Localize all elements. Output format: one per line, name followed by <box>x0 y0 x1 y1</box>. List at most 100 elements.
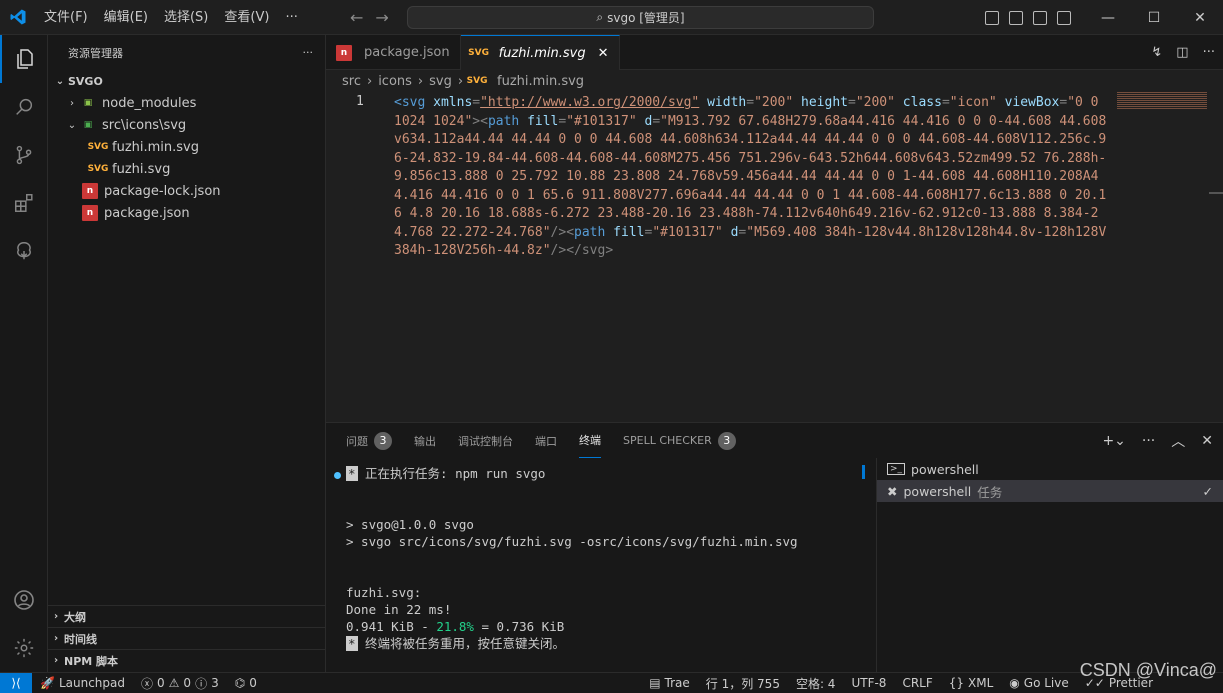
status-bar: ⟩⟨ 🚀 Launchpad ⓧ 0 ⚠ 0 ⓘ 3 ⌬ 0 ▤ Trae 行 1，列… <box>0 672 1223 693</box>
tab-fuzhi-min-svg[interactable]: SVG fuzhi.min.svg ✕ <box>460 35 620 70</box>
terminal-item-powershell-task[interactable]: ✖ powershell 任务 ✓ <box>877 480 1223 502</box>
tab-label: fuzhi.min.svg <box>498 45 586 61</box>
code-token: path <box>487 113 520 129</box>
timeline-section[interactable]: › 时间线 <box>48 627 326 649</box>
warning-icon: ⚠ <box>168 676 180 690</box>
check-icon: ✓ <box>1202 483 1213 499</box>
tree-item-label: package-lock.json <box>104 183 221 199</box>
end-of-line[interactable]: CRLF <box>894 676 940 690</box>
forward-arrow-icon[interactable]: → <box>375 8 388 27</box>
launchpad-item[interactable]: 🚀 Launchpad <box>32 676 133 690</box>
tree-item-fuzhi-min-svg[interactable]: SVG fuzhi.min.svg <box>48 136 325 158</box>
chevron-right-icon: › <box>366 73 373 89</box>
toggle-sidebar-icon[interactable] <box>985 10 999 25</box>
code-token: <svg <box>394 95 426 110</box>
toggle-panel-icon[interactable] <box>1009 10 1023 25</box>
tab-terminal[interactable]: 终端 <box>579 423 601 458</box>
explorer-icon[interactable] <box>0 35 48 83</box>
tree-item-fuzhi-svg[interactable]: SVG fuzhi.svg <box>48 158 325 180</box>
cursor-position[interactable]: 行 1，列 755 <box>698 675 788 692</box>
tab-spell-checker[interactable]: SPELL CHECKER 3 <box>623 423 736 458</box>
tab-label: package.json <box>364 45 450 60</box>
tree-item-src-icons-svg[interactable]: ⌄ ▣ src\icons\svg <box>48 114 325 136</box>
go-live-item[interactable]: ◉ Go Live <box>1001 676 1076 690</box>
source-control-icon[interactable] <box>0 131 48 179</box>
new-terminal-icon[interactable]: +⌄ <box>1102 433 1125 449</box>
tab-debug-console[interactable]: 调试控制台 <box>458 423 513 458</box>
tab-output[interactable]: 输出 <box>414 423 436 458</box>
terminal-output[interactable]: * 正在执行任务: npm run svgo > svgo@1.0.0 svgo… <box>346 465 866 652</box>
more-actions-icon[interactable]: ··· <box>1142 433 1155 449</box>
remote-indicator-icon[interactable]: ⟩⟨ <box>0 672 32 693</box>
problems-status[interactable]: ⓧ 0 ⚠ 0 ⓘ 3 <box>133 675 227 692</box>
breadcrumb-item[interactable]: icons <box>378 74 412 89</box>
activity-bar <box>0 35 48 672</box>
tree-item-package-lock-json[interactable]: n package-lock.json <box>48 180 325 202</box>
code-content[interactable]: <svg xmlns="http://www.w3.org/2000/svg" … <box>394 94 1110 261</box>
terminal-scrollbar[interactable] <box>862 465 865 479</box>
svg-file-icon: SVG <box>468 48 490 58</box>
terminal-item-label: powershell <box>911 461 979 477</box>
menu-file[interactable]: 文件(F) <box>36 0 96 35</box>
back-arrow-icon[interactable]: ← <box>350 8 363 27</box>
breadcrumb-item[interactable]: svg <box>429 74 452 89</box>
customize-layout-icon[interactable] <box>1057 10 1071 25</box>
chevron-right-icon: › <box>53 611 59 622</box>
code-token: "#101317" <box>566 113 637 129</box>
explorer-sidebar: 资源管理器 ··· ⌄ SVGO › ▣ node_modules ⌄ ▣ sr… <box>48 35 326 672</box>
tab-problems[interactable]: 问题 3 <box>346 423 392 458</box>
tree-item-label: fuzhi.svg <box>112 161 171 177</box>
menu-more[interactable]: ··· <box>277 0 305 35</box>
terminal-line: fuzhi.svg: <box>346 585 422 600</box>
spell-checker-count-badge: 3 <box>717 431 736 450</box>
code-token: "M913.792 67.648H279.68a44.416 44.416 0 … <box>394 113 1107 240</box>
account-icon[interactable] <box>0 576 48 624</box>
extensions-icon[interactable] <box>0 179 48 227</box>
close-panel-icon[interactable]: ✕ <box>1201 433 1213 449</box>
outline-section[interactable]: › 大纲 <box>48 605 326 627</box>
panel-actions: +⌄ ··· ︿ ✕ <box>1102 423 1213 458</box>
split-editor-icon[interactable]: ◫ <box>1176 45 1188 60</box>
tree-view-icon[interactable] <box>0 227 48 275</box>
npm-scripts-section[interactable]: › NPM 脚本 <box>48 649 326 671</box>
workspace-root-label: SVGO <box>68 74 103 88</box>
task-marker: * <box>346 466 358 481</box>
tab-package-json[interactable]: n package.json <box>326 35 461 70</box>
terminal-item-powershell[interactable]: >_ powershell <box>877 458 1223 480</box>
menu-view[interactable]: 查看(V) <box>216 0 277 35</box>
settings-gear-icon[interactable] <box>0 624 48 672</box>
tree-item-node-modules[interactable]: › ▣ node_modules <box>48 92 325 114</box>
trae-item[interactable]: ▤ Trae <box>641 676 698 690</box>
open-changes-icon[interactable]: ↯ <box>1151 45 1162 60</box>
search-view-icon[interactable] <box>0 83 48 131</box>
workspace-root[interactable]: ⌄ SVGO <box>48 70 325 92</box>
breadcrumb-item[interactable]: fuzhi.min.svg <box>497 74 584 89</box>
command-center-search[interactable]: ⌕ svgo [管理员] <box>407 6 874 29</box>
svg-file-icon: SVG <box>87 164 109 174</box>
close-tab-icon[interactable]: ✕ <box>598 46 609 61</box>
minimap[interactable] <box>1117 92 1207 110</box>
editor-actions: ↯ ◫ ··· <box>1151 35 1215 70</box>
breadcrumb-item[interactable]: src <box>342 74 361 89</box>
code-token: "200" <box>855 95 895 110</box>
tab-ports[interactable]: 端口 <box>535 423 557 458</box>
encoding[interactable]: UTF-8 <box>843 676 894 690</box>
more-actions-icon[interactable]: ··· <box>1203 45 1215 60</box>
panel-tab-label: 端口 <box>535 434 557 448</box>
sidebar-more-button[interactable]: ··· <box>303 46 314 59</box>
menu-edit[interactable]: 编辑(E) <box>96 0 156 35</box>
code-editor[interactable]: 1 <svg xmlns="http://www.w3.org/2000/svg… <box>326 92 1223 422</box>
code-token: = <box>848 95 856 110</box>
toggle-secondary-sidebar-icon[interactable] <box>1033 10 1047 25</box>
maximize-icon[interactable]: ☐ <box>1131 0 1177 35</box>
minimize-icon[interactable]: — <box>1085 0 1131 35</box>
menu-selection[interactable]: 选择(S) <box>156 0 216 35</box>
braces-icon: {} <box>948 676 965 690</box>
language-mode[interactable]: {} XML <box>941 676 1002 690</box>
maximize-panel-icon[interactable]: ︿ <box>1171 431 1185 451</box>
tree-item-package-json[interactable]: n package.json <box>48 202 325 224</box>
ports-status[interactable]: ⌬ 0 <box>227 676 265 690</box>
close-window-icon[interactable]: ✕ <box>1177 0 1223 35</box>
npm-file-icon: n <box>336 44 352 61</box>
indentation[interactable]: 空格: 4 <box>788 675 844 692</box>
